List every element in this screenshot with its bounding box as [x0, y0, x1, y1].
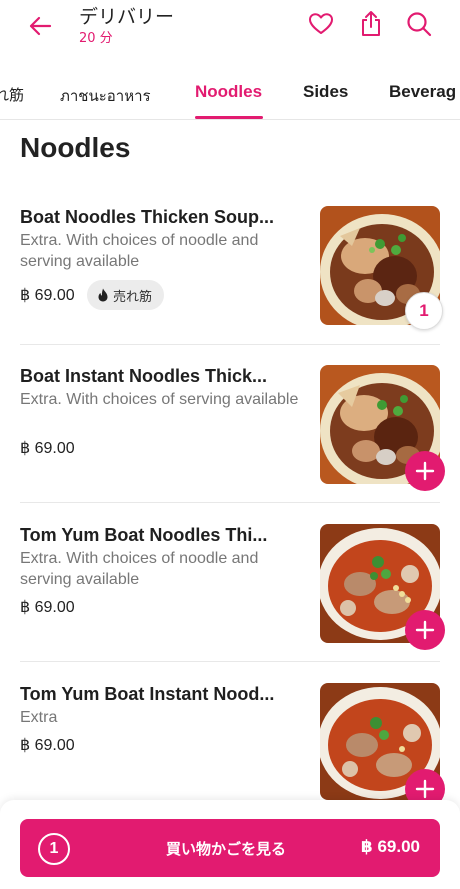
share-button[interactable] — [355, 8, 387, 40]
item-description: Extra. With choices of noodle and servin… — [20, 232, 259, 270]
search-icon — [407, 12, 432, 37]
badge-label: 売れ筋 — [113, 289, 153, 305]
back-button[interactable] — [22, 8, 58, 44]
heart-icon — [309, 13, 333, 34]
item-description: Extra. With choices of noodle and servin… — [20, 550, 259, 588]
quantity-indicator[interactable]: 1 — [405, 292, 443, 330]
item-divider — [20, 344, 440, 345]
cart-total: ฿ 69.00 — [360, 837, 420, 856]
item-description: Extra. With choices of serving available — [20, 391, 299, 408]
page-title: デリバリー — [79, 6, 175, 28]
favorite-button[interactable] — [305, 8, 337, 40]
tab-noodles[interactable]: Noodles — [195, 82, 262, 102]
cart-item-count: 1 — [38, 833, 70, 865]
title-block: デリバリー 20 分 — [79, 6, 174, 48]
item-price: ฿ 69.00 — [20, 440, 75, 457]
plus-icon — [415, 620, 435, 640]
item-price: ฿ 69.00 — [20, 599, 75, 616]
item-divider — [20, 661, 440, 662]
active-tab-indicator — [195, 116, 263, 119]
menu-item[interactable]: Boat Instant Noodles Thick... Extra. Wit… — [20, 365, 445, 491]
back-arrow-icon — [29, 16, 52, 36]
item-name: Boat Noodles Thicken Soup... — [20, 207, 275, 227]
plus-icon — [415, 779, 435, 799]
menu-item[interactable]: Boat Noodles Thicken Soup... Extra. With… — [20, 206, 443, 330]
add-to-cart-button[interactable] — [405, 451, 445, 491]
tab-beverages[interactable]: Beverag — [389, 82, 456, 102]
item-description: Extra — [20, 709, 58, 726]
menu-item[interactable]: Tom Yum Boat Instant Nood... Extra ฿ 69.… — [20, 683, 445, 809]
menu-item[interactable]: Tom Yum Boat Noodles Thi... Extra. With … — [20, 524, 445, 650]
flame-icon — [98, 288, 108, 302]
add-to-cart-button[interactable] — [405, 610, 445, 650]
plus-icon — [415, 461, 435, 481]
tab-bestsellers[interactable]: れ筋 — [0, 84, 24, 105]
section-title: Noodles — [20, 132, 131, 163]
view-cart-button[interactable]: 1 買い物かごを見る ฿ 69.00 — [20, 819, 440, 877]
delivery-time: 20 分 — [79, 31, 113, 46]
category-tabs: れ筋 ภาชนะอาหาร Noodles Sides Beverag — [0, 70, 460, 120]
item-divider — [20, 502, 440, 503]
item-price: ฿ 69.00 — [20, 737, 75, 754]
share-icon — [362, 11, 380, 36]
tab-containers[interactable]: ภาชนะอาหาร — [60, 84, 151, 108]
tab-sides[interactable]: Sides — [303, 82, 348, 102]
cart-footer: 1 買い物かごを見る ฿ 69.00 — [0, 800, 460, 889]
item-name: Tom Yum Boat Instant Nood... — [20, 684, 275, 704]
item-price: ฿ 69.00 — [20, 287, 75, 304]
item-name: Tom Yum Boat Noodles Thi... — [20, 525, 268, 545]
view-cart-label: 買い物かごを見る — [166, 840, 287, 858]
bestseller-badge: 売れ筋 — [87, 280, 165, 310]
top-bar: デリバリー 20 分 — [0, 0, 460, 58]
search-button[interactable] — [403, 8, 435, 40]
item-name: Boat Instant Noodles Thick... — [20, 366, 268, 386]
